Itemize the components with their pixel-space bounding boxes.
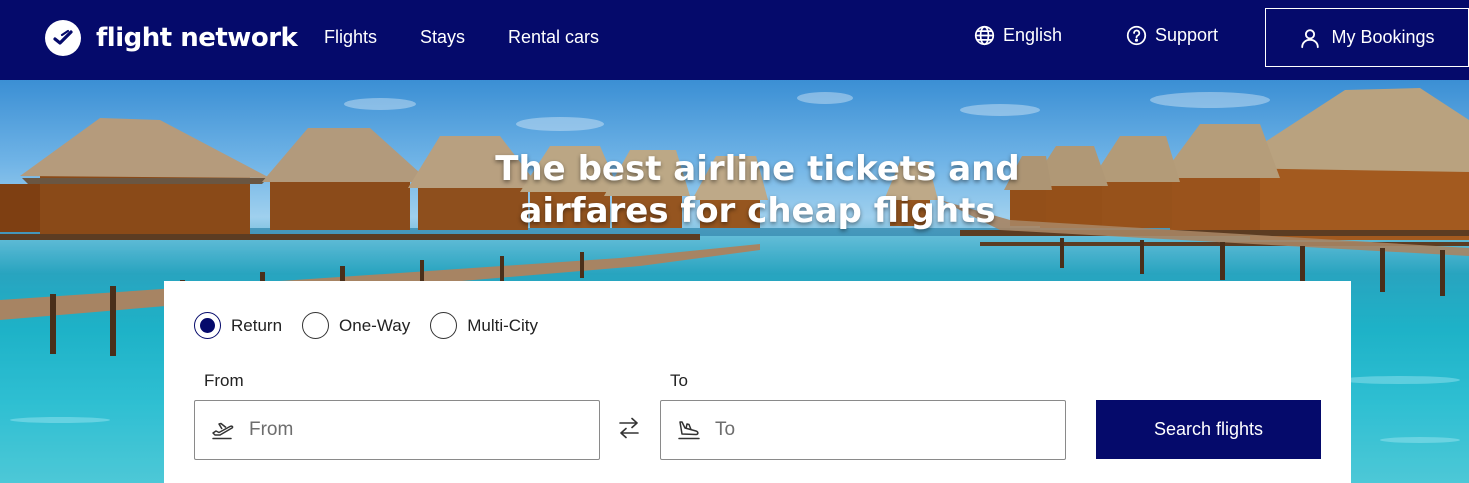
hero-heading: The best airline tickets and airfares fo… [0,148,1469,232]
globe-icon [974,25,995,46]
support-link[interactable]: Support [1126,25,1218,46]
to-input[interactable] [715,419,1035,441]
to-label: To [670,371,688,390]
radio-button[interactable] [302,312,330,339]
hero-heading-line-1: The best airline tickets and [495,149,1020,189]
nav-flights[interactable]: Flights [324,27,377,48]
trip-type-label: One-Way [339,315,411,335]
from-field[interactable] [194,400,600,460]
from-label: From [204,371,244,390]
top-navbar: flight network Flights Stays Rental cars… [0,0,1469,80]
trip-type-label: Multi-City [467,315,539,335]
user-icon [1301,28,1320,48]
plane-takeoff-icon [212,422,234,440]
trip-type-label: Return [231,315,283,335]
flight-search-form: Return One-Way Multi-City From To [164,281,1351,483]
trip-type-return[interactable]: Return [194,312,282,339]
radio-button[interactable] [430,312,458,339]
trip-type-multi-city[interactable]: Multi-City [430,312,538,339]
my-bookings-label: My Bookings [1331,27,1435,47]
brand-logo[interactable]: flight network [45,20,298,56]
language-selector[interactable]: English [974,25,1062,46]
nav-stays[interactable]: Stays [420,27,465,48]
plane-landing-icon [678,421,700,440]
swap-arrows-icon[interactable] [617,417,641,443]
to-field[interactable] [660,400,1066,460]
language-label: English [1003,25,1063,45]
brand-name: flight network [96,23,298,53]
trip-type-group: Return One-Way Multi-City [194,312,558,339]
nav-rental-cars[interactable]: Rental cars [508,27,599,48]
support-label: Support [1155,25,1219,45]
hero-heading-line-2: airfares for cheap flights [519,191,996,231]
search-flights-button[interactable]: Search flights [1096,400,1321,459]
from-input[interactable] [249,419,569,441]
my-bookings-button[interactable]: My Bookings [1265,8,1469,67]
trip-type-one-way[interactable]: One-Way [302,312,410,339]
radio-dot [200,318,215,333]
radio-button-checked[interactable] [194,312,221,339]
help-circle-icon [1126,25,1147,46]
plane-check-icon [45,20,81,56]
